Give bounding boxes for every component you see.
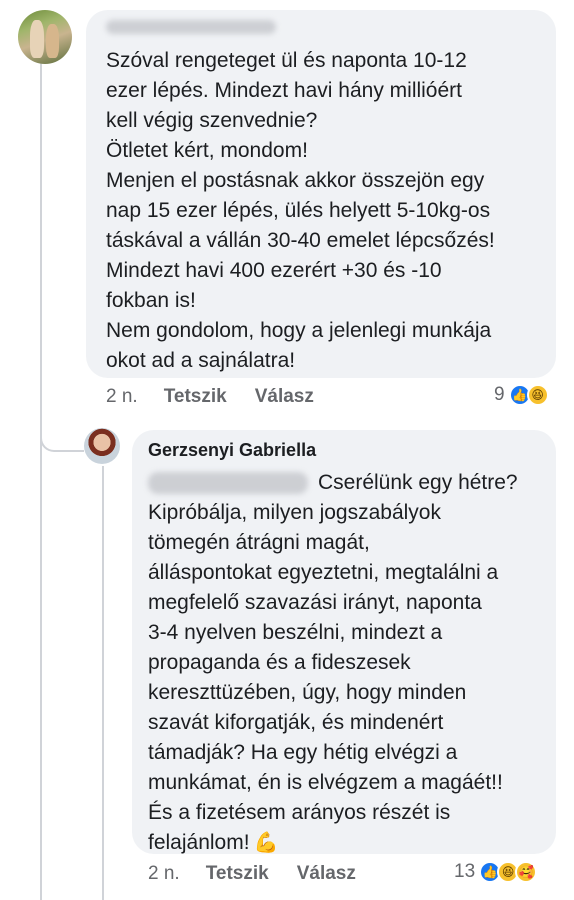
reply-line: álláspontokat egyeztetni, megtalálni a xyxy=(148,561,499,584)
reply-line: munkámat, én is elvégzem a magáét!! xyxy=(148,771,503,794)
comment-line: Szóval rengeteget ül és naponta 10-12 xyxy=(106,49,467,72)
reply-reply-button[interactable]: Válasz xyxy=(297,863,356,885)
comment-line: Mindezt havi 400 ezerért +30 és -10 xyxy=(106,259,442,282)
reply-line: kereszttüzében, úgy, hogy minden xyxy=(148,681,467,704)
comment-timestamp[interactable]: 2 n. xyxy=(106,386,138,408)
reply-line-last: felajánlom! 💪 xyxy=(148,828,518,858)
reply-thread-line xyxy=(102,466,104,900)
reply-line: támadják? Ha egy hétig elvégzi a xyxy=(148,741,458,764)
reply-reaction-count: 13 xyxy=(454,861,476,882)
reply-line: szavát kiforgatják, és mindenért xyxy=(148,711,444,734)
reply-line: Kipróbálja, milyen jogszabályok xyxy=(148,501,441,524)
reply-avatar[interactable] xyxy=(84,428,120,464)
reply-text: Cserélünk egy hétre? Kipróbálja, milyen … xyxy=(148,468,518,858)
comment-text: Szóval rengeteget ül és naponta 10-12 ez… xyxy=(106,46,495,376)
care-icon: 🥰 xyxy=(515,861,538,883)
reply-line: megfelelő szavazási irányt, naponta xyxy=(148,591,482,614)
comment-line: ezer lépés. Mindezt havi hány millióért xyxy=(106,79,462,102)
avatar[interactable] xyxy=(18,10,72,64)
reply-button[interactable]: Válasz xyxy=(255,386,314,408)
comment-line: okot ad a sajnálatra! xyxy=(106,349,296,372)
reply-line-text: felajánlom! xyxy=(148,831,250,854)
reply-line: Cserélünk egy hétre? xyxy=(318,471,518,494)
reaction-count: 9 xyxy=(494,384,505,405)
comment-line: Ötletet kért, mondom! xyxy=(106,139,308,162)
comment-line: fokban is! xyxy=(106,289,196,312)
reply-author-name[interactable]: Gerzsenyi Gabriella xyxy=(148,440,316,461)
comment-line: Nem gondolom, hogy a jelenlegi munkája xyxy=(106,319,492,342)
reply-line: tömegén átrágni magát, xyxy=(148,531,370,554)
thread-branch-line xyxy=(40,432,84,452)
comment-line: táskával a vállán 30-40 emelet lépcsőzés… xyxy=(106,229,495,252)
reply-actions: 2 n. Tetszik Válasz xyxy=(148,863,356,885)
reply-reaction-summary[interactable]: 13 👍 😆 🥰 xyxy=(454,861,538,883)
thread-line xyxy=(40,62,42,900)
like-button[interactable]: Tetszik xyxy=(164,386,227,408)
reply-timestamp[interactable]: 2 n. xyxy=(148,863,180,885)
reply-line: propaganda és a fideszesek xyxy=(148,651,411,674)
blurred-author-name xyxy=(106,20,276,34)
comment-line: Menjen el postásnak akkor összejön egy xyxy=(106,169,485,192)
comment-actions: 2 n. Tetszik Válasz xyxy=(106,386,314,408)
comment-line: kell végig szenvednie? xyxy=(106,109,318,132)
reply-line: És a fizetésem arányos részét is xyxy=(148,801,451,824)
comment-line: nap 15 ezer lépés, ülés helyett 5-10kg-o… xyxy=(106,199,491,222)
reply-like-button[interactable]: Tetszik xyxy=(206,863,269,885)
reaction-summary[interactable]: 9 👍 😆 xyxy=(494,384,549,406)
reply-line: 3-4 nyelven beszélni, mindezt a xyxy=(148,621,443,644)
flexed-biceps-emoji: 💪 xyxy=(253,832,279,854)
haha-icon: 😆 xyxy=(526,384,549,406)
